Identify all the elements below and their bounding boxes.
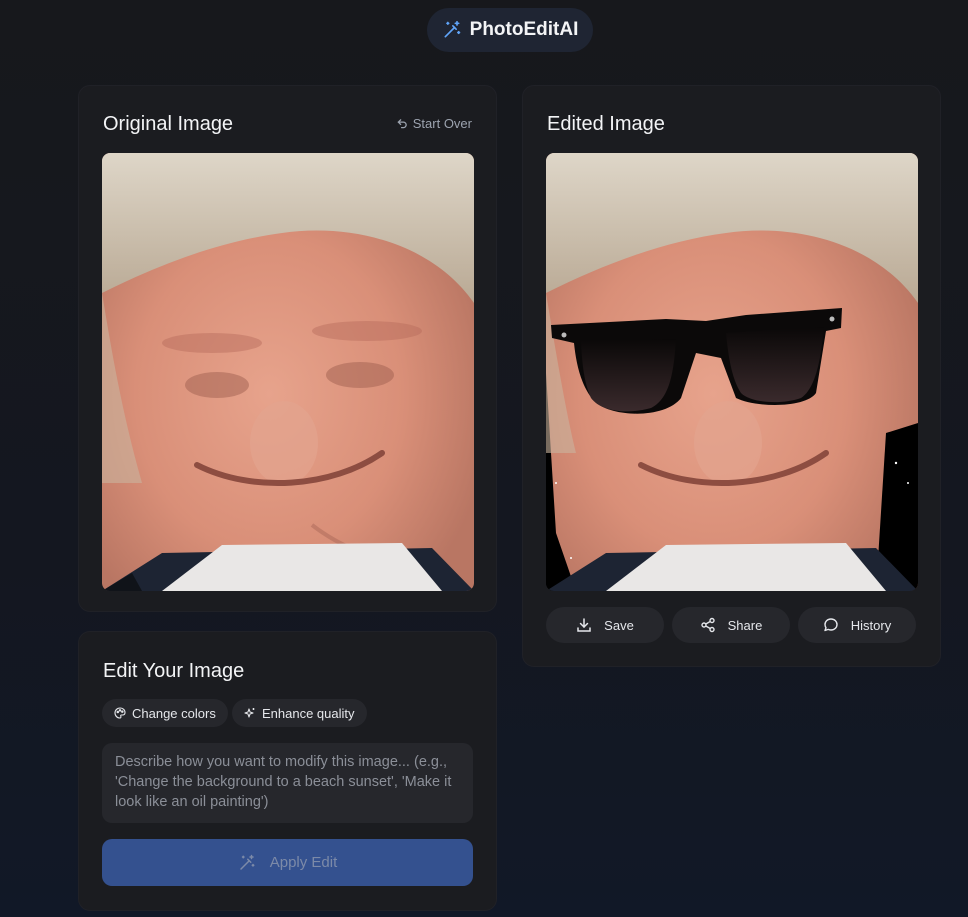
change-colors-label: Change colors [132,705,216,721]
share-label: Share [727,617,763,633]
enhance-quality-label: Enhance quality [262,705,355,721]
apply-edit-button[interactable]: Apply Edit [102,839,473,886]
share-icon [700,617,715,633]
original-image-card: Original Image Start Over [78,85,497,612]
change-colors-chip[interactable]: Change colors [102,699,228,727]
chat-bubble-icon [824,618,838,632]
history-label: History [850,617,892,633]
undo-icon [397,119,407,129]
original-image-title: Original Image [103,113,234,135]
original-photo [102,153,474,591]
save-button[interactable]: Save [546,607,664,643]
apply-edit-label: Apply Edit [269,854,338,871]
start-over-button[interactable]: Start Over [397,116,472,131]
share-button[interactable]: Share [672,607,790,643]
brand-pill: PhotoEditAI [427,8,593,52]
history-button[interactable]: History [798,607,916,643]
edited-photo [546,153,918,591]
edit-prompt-input[interactable]: Describe how you want to modify this ima… [102,743,473,823]
edit-prompt-placeholder: Describe how you want to modify this ima… [115,754,452,810]
magic-wand-icon [239,854,255,870]
save-label: Save [604,617,634,633]
palette-icon [114,707,126,719]
start-over-label: Start Over [412,116,472,131]
edited-image-card: Edited Image Save Share History [522,85,941,667]
magic-wand-icon [444,20,460,38]
sparkles-icon [244,708,255,718]
download-icon [577,618,591,632]
app-name: PhotoEditAI [469,19,579,40]
edit-image-title: Edit Your Image [103,660,245,682]
enhance-quality-chip[interactable]: Enhance quality [232,699,367,727]
edited-image-title: Edited Image [547,113,665,135]
